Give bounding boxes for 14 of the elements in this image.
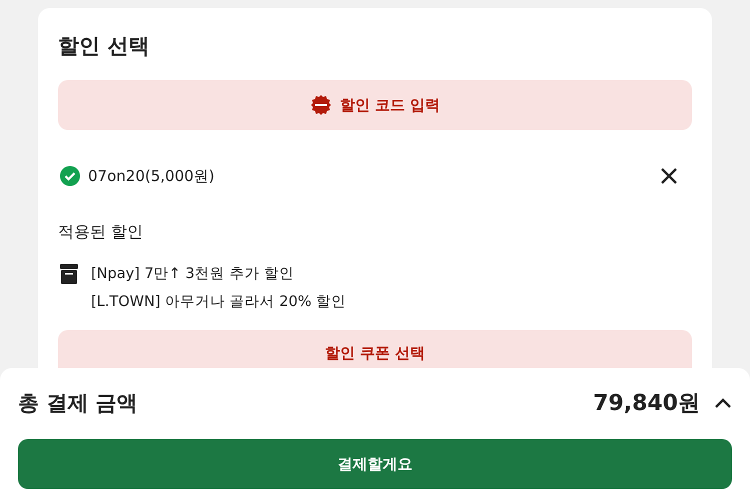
- check-circle-icon: [60, 166, 80, 186]
- pay-button[interactable]: 결제할게요: [18, 439, 732, 489]
- box-icon: [60, 264, 78, 284]
- chevron-up-icon[interactable]: [714, 397, 732, 409]
- section-title: 할인 선택: [58, 33, 150, 60]
- discount-item: [Npay] 7만↑ 3천원 추가 할인: [91, 265, 295, 284]
- discount-code-button[interactable]: 할인 코드 입력: [58, 80, 692, 130]
- applied-code: 07on20(5,000원): [88, 166, 215, 186]
- total-amount: 79,840원: [593, 390, 700, 418]
- discount-item: [L.TOWN] 아무거나 골라서 20% 할인: [91, 293, 346, 312]
- applied-discount-label: 적용된 할인: [58, 222, 144, 243]
- close-icon[interactable]: [660, 167, 678, 185]
- sale-badge-icon: [310, 94, 332, 116]
- total-label: 총 결제 금액: [18, 390, 138, 417]
